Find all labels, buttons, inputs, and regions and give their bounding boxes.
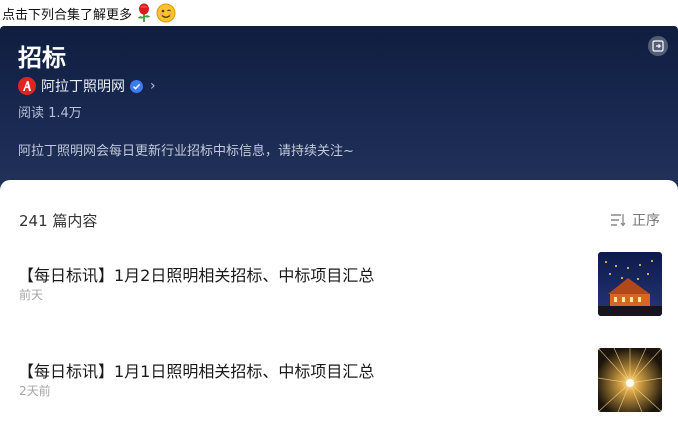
account-name: 阿拉丁照明网 xyxy=(41,79,125,95)
rose-icon xyxy=(135,3,153,23)
verified-badge-icon xyxy=(130,79,143,93)
exit-icon xyxy=(652,40,664,52)
article-time: 前天 xyxy=(19,288,44,302)
collection-description: 阿拉丁照明网会每日更新行业招标中标信息，请持续关注~ xyxy=(18,144,354,159)
account-logo-icon xyxy=(18,77,36,95)
list-item[interactable]: 【每日标讯】1月2日照明相关招标、中标项目汇总 前天 xyxy=(0,252,678,332)
article-list: 241 篇内容 正序 【每日标讯】1月2日照明相关招标、中标项目汇总 前天 【每… xyxy=(0,180,678,427)
article-time: 2天前 xyxy=(19,384,51,398)
sort-button[interactable]: 正序 xyxy=(610,210,660,230)
article-thumbnail xyxy=(598,348,662,412)
article-title: 【每日标讯】1月2日照明相关招标、中标项目汇总 xyxy=(18,266,375,285)
list-item[interactable]: 【每日标讯】1月1日照明相关招标、中标项目汇总 2天前 xyxy=(0,348,678,427)
sort-label: 正序 xyxy=(632,213,660,229)
read-count: 阅读 1.4万 xyxy=(18,106,82,121)
account-link[interactable]: 阿拉丁照明网 › xyxy=(18,76,156,96)
chevron-right-icon: › xyxy=(150,78,156,94)
sort-icon xyxy=(611,214,626,227)
collection-header: 招标 阿拉丁照明网 › 阅读 1.4万 阿拉丁照明网会每日更新行业招标中标信息，… xyxy=(0,26,678,196)
article-count: 241 篇内容 xyxy=(19,212,98,230)
article-thumbnail xyxy=(598,252,662,316)
collection-title: 招标 xyxy=(18,44,66,72)
article-title: 【每日标讯】1月1日照明相关招标、中标项目汇总 xyxy=(18,362,375,381)
promo-line: 点击下列合集了解更多 xyxy=(0,0,678,26)
promo-text: 点击下列合集了解更多 xyxy=(2,7,133,23)
smiling-face-icon xyxy=(156,3,176,23)
exit-button[interactable] xyxy=(648,36,668,56)
